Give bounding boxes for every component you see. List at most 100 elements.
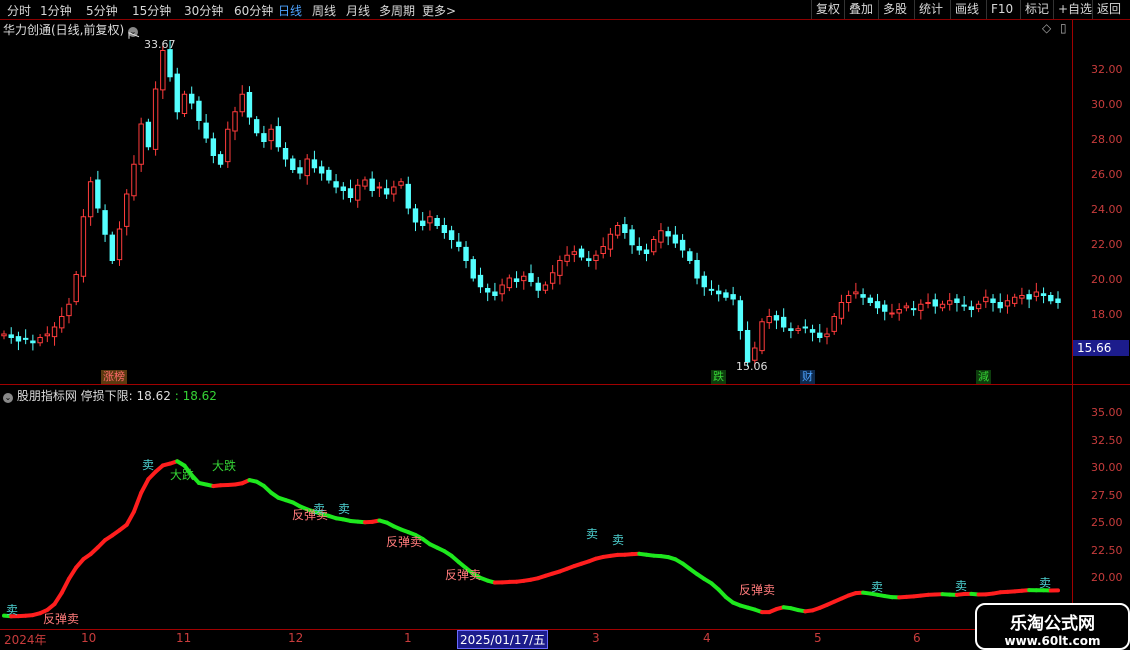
candle-body (542, 284, 549, 291)
y-tick: 32.00 (1091, 63, 1123, 76)
candle-body (37, 337, 43, 344)
y-tick: 27.50 (1091, 489, 1123, 502)
candle-body (15, 336, 22, 342)
add-watchlist-button[interactable]: +自选 (1053, 0, 1096, 19)
candle-body (910, 308, 917, 311)
tab-15min[interactable]: 15分钟 (132, 2, 171, 19)
draw-line-button[interactable]: 画线 (950, 0, 983, 19)
tab-more[interactable]: 更多> (422, 2, 456, 19)
f10-button[interactable]: F10 (986, 0, 1017, 19)
tab-monthly[interactable]: 月线 (346, 2, 370, 19)
candle-body (492, 291, 498, 296)
x-tick: 2024年 (4, 633, 47, 647)
signal-label: 卖 (871, 580, 884, 594)
candle-body (614, 225, 621, 236)
x-tick: 12 (288, 631, 304, 645)
candle-body (1019, 295, 1025, 299)
tab-weekly[interactable]: 周线 (312, 2, 336, 19)
indicator-segment (131, 490, 144, 514)
badge-reduce[interactable]: 減 (976, 370, 991, 384)
badge-limit-up[interactable]: 涨榜 (101, 370, 127, 384)
candle-body (643, 249, 650, 254)
candle-body (383, 188, 390, 195)
candle-body (564, 254, 570, 262)
y-tick: 30.00 (1091, 98, 1123, 111)
signal-label: 反弹卖 (445, 568, 482, 582)
candle-body (369, 178, 375, 191)
candle-body (160, 50, 166, 91)
candle-body (304, 158, 310, 177)
y-tick: 32.50 (1091, 434, 1123, 447)
high-marker (128, 32, 140, 39)
tab-multi-period[interactable]: 多周期 (379, 2, 415, 19)
signal-label: 卖 (313, 502, 326, 516)
candle-body (939, 303, 946, 309)
candle-body (116, 228, 123, 261)
tab-60min[interactable]: 60分钟 (234, 2, 273, 19)
candle-body (701, 275, 707, 288)
badge-drop[interactable]: 跌 (711, 370, 726, 384)
candle-body (268, 128, 274, 142)
back-button[interactable]: 返回 (1092, 0, 1125, 19)
candle-body (730, 294, 736, 300)
candle-body (355, 184, 361, 201)
signal-label: 卖 (586, 527, 599, 541)
signal-label: 卖 (1039, 576, 1052, 590)
watermark-title: 乐淘公式网 (1010, 614, 1095, 634)
candle-body (326, 169, 332, 181)
candle-body (340, 186, 347, 191)
candle-body (290, 158, 296, 170)
candle-body (499, 284, 505, 295)
x-axis-line (0, 629, 1130, 630)
statistics-button[interactable]: 统计 (914, 0, 947, 19)
candle-body (210, 138, 217, 156)
candle-body (925, 302, 931, 304)
candle-body (759, 321, 765, 352)
candle-body (694, 260, 700, 279)
current-price-tag: 15.66 (1073, 340, 1129, 356)
indicator-segment (66, 565, 79, 581)
candle-body (427, 216, 433, 224)
overlay-button[interactable]: 叠加 (844, 0, 877, 19)
multi-stock-button[interactable]: 多股 (878, 0, 911, 19)
tab-daily[interactable]: 日线 (278, 2, 302, 19)
watermark-url: www.60lt.com (1004, 634, 1101, 648)
candle-body (867, 297, 874, 303)
candle-body (961, 304, 967, 307)
candle-body (889, 312, 895, 315)
candle-body (549, 272, 556, 284)
candle-body (188, 93, 195, 104)
candle-body (376, 186, 383, 189)
tab-30min[interactable]: 30分钟 (184, 2, 223, 19)
tab-1min[interactable]: 1分钟 (40, 2, 72, 19)
candle-body (261, 133, 267, 142)
candle-body (30, 340, 36, 344)
restore-rights-button[interactable]: 复权 (811, 0, 844, 19)
candle-body (196, 100, 202, 121)
candle-body (246, 92, 253, 118)
candle-body (622, 224, 628, 233)
candle-body (391, 186, 397, 195)
candle-body (152, 88, 159, 150)
candle-body (809, 329, 816, 333)
tab-5min[interactable]: 5分钟 (86, 2, 118, 19)
candle-body (8, 334, 14, 338)
candle-body (470, 259, 476, 279)
tab-fenshi[interactable]: 分时 (7, 2, 31, 19)
candle-body (333, 181, 339, 188)
candle-body (181, 93, 188, 114)
candle-body (802, 326, 809, 329)
candle-body (947, 300, 953, 305)
indicator-segment (124, 509, 136, 527)
candle-body (22, 337, 29, 340)
badge-finance[interactable]: 财 (800, 370, 815, 384)
candle-body (131, 163, 137, 197)
candle-body (860, 294, 866, 298)
candle-body (636, 246, 642, 251)
mark-button[interactable]: 标记 (1020, 0, 1053, 19)
candle-body (412, 208, 419, 223)
candle-body (788, 328, 794, 331)
indicator-segment (52, 590, 64, 607)
candle-body (398, 181, 404, 186)
signal-label: 卖 (955, 579, 968, 593)
